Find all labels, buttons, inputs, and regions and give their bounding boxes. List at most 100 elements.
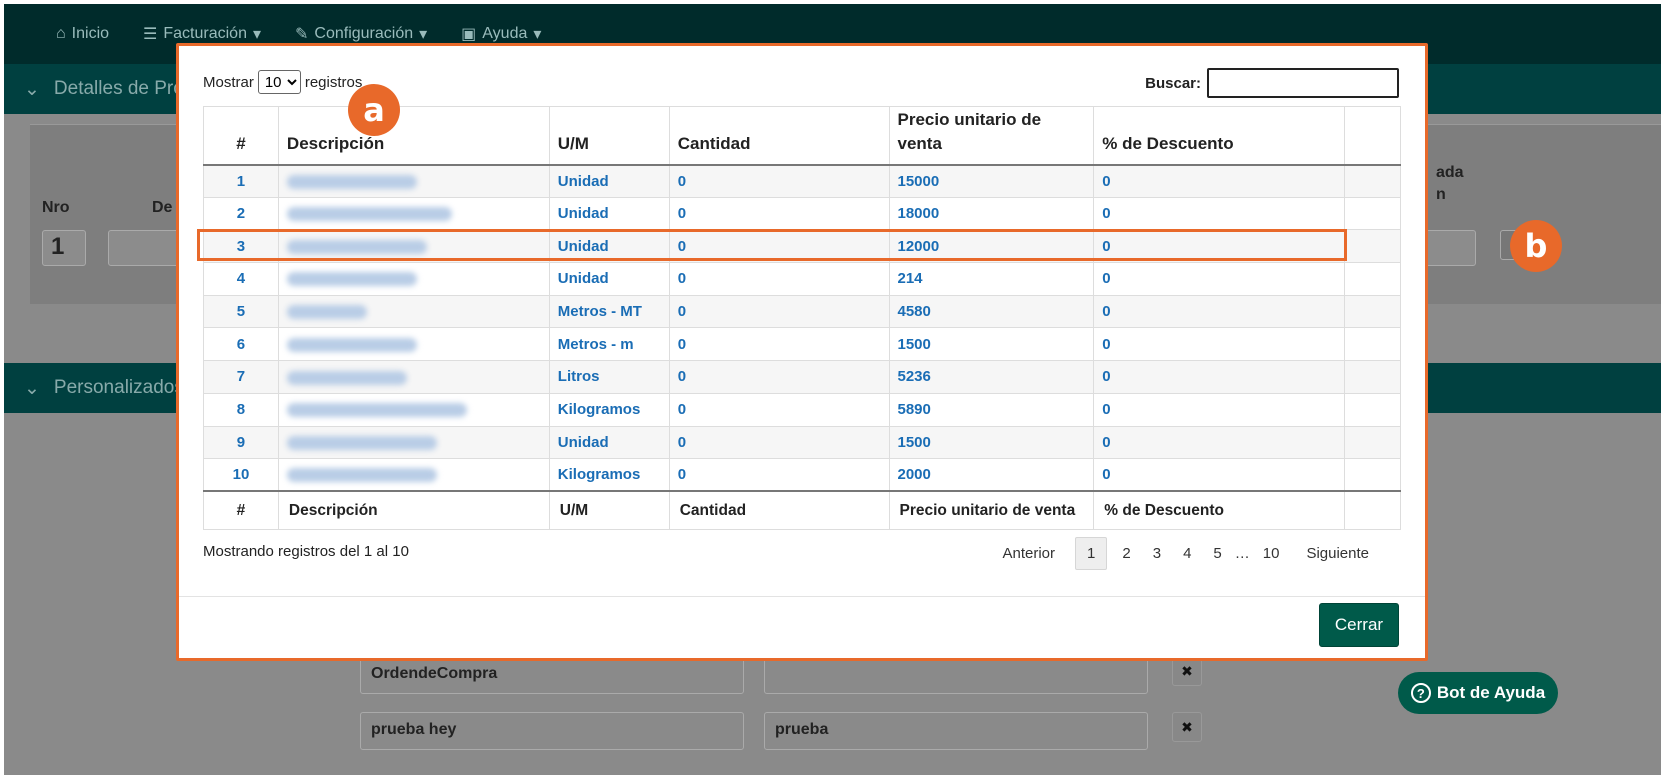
row-descripcion[interactable] bbox=[278, 458, 550, 492]
row-descuento[interactable]: 0 bbox=[1093, 327, 1345, 362]
row-empty[interactable] bbox=[1344, 229, 1401, 264]
column-header-cantidad[interactable]: Cantidad bbox=[669, 106, 890, 166]
row-cantidad[interactable]: 0 bbox=[669, 426, 890, 460]
custom-field-name[interactable]: OrdendeCompra bbox=[360, 656, 744, 694]
row-um[interactable]: Unidad bbox=[549, 197, 670, 231]
row-um[interactable]: Unidad bbox=[549, 426, 670, 460]
row-precio[interactable]: 1500 bbox=[889, 426, 1095, 460]
pagination-page-1[interactable]: 1 bbox=[1075, 537, 1108, 570]
row-um[interactable]: Metros - MT bbox=[549, 295, 670, 329]
row-number[interactable]: 1 bbox=[203, 164, 279, 198]
table-row[interactable]: 8 Kilogramos 0 5890 0 bbox=[203, 393, 1401, 427]
row-empty[interactable] bbox=[1344, 426, 1401, 460]
pagination-page-10[interactable]: 10 bbox=[1252, 538, 1291, 569]
help-bot-button[interactable]: ? Bot de Ayuda bbox=[1398, 672, 1558, 714]
row-descuento[interactable]: 0 bbox=[1093, 197, 1345, 231]
row-descuento[interactable]: 0 bbox=[1093, 426, 1345, 460]
row-empty[interactable] bbox=[1344, 164, 1401, 198]
row-descripcion[interactable] bbox=[278, 164, 550, 198]
row-precio[interactable]: 4580 bbox=[889, 295, 1095, 329]
row-number[interactable]: 5 bbox=[203, 295, 279, 329]
search-input[interactable] bbox=[1207, 68, 1399, 98]
row-precio[interactable]: 5890 bbox=[889, 393, 1095, 427]
row-empty[interactable] bbox=[1344, 327, 1401, 362]
column-header-descripcion[interactable]: Descripción bbox=[278, 106, 550, 166]
row-descuento[interactable]: 0 bbox=[1093, 164, 1345, 198]
row-descripcion[interactable] bbox=[278, 426, 550, 460]
nav-item-ayuda[interactable]: ▣ Ayuda ▾ bbox=[461, 24, 541, 44]
row-cantidad[interactable]: 0 bbox=[669, 327, 890, 362]
nav-item-configuracion[interactable]: ✎ Configuración ▾ bbox=[295, 24, 427, 44]
row-descuento[interactable]: 0 bbox=[1093, 262, 1345, 296]
column-header-um[interactable]: U/M bbox=[549, 106, 670, 166]
remove-field-button[interactable]: ✖ bbox=[1172, 712, 1202, 742]
row-precio[interactable]: 15000 bbox=[889, 164, 1095, 198]
row-precio[interactable]: 214 bbox=[889, 262, 1095, 296]
row-number[interactable]: 4 bbox=[203, 262, 279, 296]
row-empty[interactable] bbox=[1344, 360, 1401, 394]
row-cantidad[interactable]: 0 bbox=[669, 164, 890, 198]
row-number[interactable]: 8 bbox=[203, 393, 279, 427]
row-descripcion[interactable] bbox=[278, 360, 550, 394]
row-descripcion[interactable] bbox=[278, 262, 550, 296]
row-cantidad[interactable]: 0 bbox=[669, 360, 890, 394]
row-empty[interactable] bbox=[1344, 393, 1401, 427]
row-precio[interactable]: 1500 bbox=[889, 327, 1095, 362]
row-descuento[interactable]: 0 bbox=[1093, 360, 1345, 394]
row-um[interactable]: Kilogramos bbox=[549, 458, 670, 492]
row-number[interactable]: 10 bbox=[203, 458, 279, 492]
row-field-right[interactable] bbox=[1424, 230, 1476, 266]
row-um[interactable]: Unidad bbox=[549, 262, 670, 296]
row-precio[interactable]: 5236 bbox=[889, 360, 1095, 394]
row-precio[interactable]: 2000 bbox=[889, 458, 1095, 492]
pagination-page-3[interactable]: 3 bbox=[1142, 538, 1172, 569]
custom-field-name[interactable]: prueba hey bbox=[360, 712, 744, 750]
table-row[interactable]: 2 Unidad 0 18000 0 bbox=[203, 197, 1401, 231]
nav-item-inicio[interactable]: ⌂ Inicio bbox=[56, 25, 109, 43]
row-number-field[interactable]: 1 bbox=[42, 230, 86, 266]
row-um[interactable]: Metros - m bbox=[549, 327, 670, 362]
row-empty[interactable] bbox=[1344, 197, 1401, 231]
row-empty[interactable] bbox=[1344, 262, 1401, 296]
row-descuento[interactable]: 0 bbox=[1093, 295, 1345, 329]
row-um[interactable]: Litros bbox=[549, 360, 670, 394]
table-row[interactable]: 6 Metros - m 0 1500 0 bbox=[203, 327, 1401, 362]
pagination-page-2[interactable]: 2 bbox=[1111, 538, 1141, 569]
custom-field-value[interactable]: prueba bbox=[764, 712, 1148, 750]
column-header-precio[interactable]: Precio unitario de venta bbox=[889, 106, 1095, 166]
table-row[interactable]: 7 Litros 0 5236 0 bbox=[203, 360, 1401, 394]
row-descuento[interactable]: 0 bbox=[1093, 393, 1345, 427]
row-cantidad[interactable]: 0 bbox=[669, 458, 890, 492]
row-cantidad[interactable]: 0 bbox=[669, 393, 890, 427]
table-row[interactable]: 4 Unidad 0 214 0 bbox=[203, 262, 1401, 296]
pagination-previous[interactable]: Anterior bbox=[987, 538, 1072, 569]
row-empty[interactable] bbox=[1344, 295, 1401, 329]
pagination-page-4[interactable]: 4 bbox=[1172, 538, 1202, 569]
row-number[interactable]: 9 bbox=[203, 426, 279, 460]
pagination-page-5[interactable]: 5 bbox=[1202, 538, 1232, 569]
pagination-next[interactable]: Siguiente bbox=[1290, 538, 1385, 569]
close-button[interactable]: Cerrar bbox=[1319, 603, 1399, 647]
column-header-number[interactable]: # bbox=[203, 106, 279, 166]
row-descripcion[interactable] bbox=[278, 327, 550, 362]
row-precio[interactable]: 18000 bbox=[889, 197, 1095, 231]
table-row[interactable]: 5 Metros - MT 0 4580 0 bbox=[203, 295, 1401, 329]
row-descuento[interactable]: 0 bbox=[1093, 458, 1345, 492]
nav-item-facturacion[interactable]: ☰ Facturación ▾ bbox=[143, 24, 261, 44]
row-descripcion[interactable] bbox=[278, 295, 550, 329]
column-header-descuento[interactable]: % de Descuento bbox=[1093, 106, 1345, 166]
row-um[interactable]: Unidad bbox=[549, 164, 670, 198]
custom-field-value[interactable] bbox=[764, 656, 1148, 694]
row-cantidad[interactable]: 0 bbox=[669, 197, 890, 231]
row-number[interactable]: 2 bbox=[203, 197, 279, 231]
row-cantidad[interactable]: 0 bbox=[669, 262, 890, 296]
table-row[interactable]: 1 Unidad 0 15000 0 bbox=[203, 164, 1401, 198]
row-descripcion[interactable] bbox=[278, 393, 550, 427]
row-cantidad[interactable]: 0 bbox=[669, 295, 890, 329]
row-number[interactable]: 6 bbox=[203, 327, 279, 362]
row-um[interactable]: Kilogramos bbox=[549, 393, 670, 427]
row-descripcion[interactable] bbox=[278, 197, 550, 231]
table-row[interactable]: 10 Kilogramos 0 2000 0 bbox=[203, 458, 1401, 492]
page-length-select[interactable]: 10 bbox=[257, 70, 301, 94]
table-row[interactable]: 9 Unidad 0 1500 0 bbox=[203, 426, 1401, 460]
